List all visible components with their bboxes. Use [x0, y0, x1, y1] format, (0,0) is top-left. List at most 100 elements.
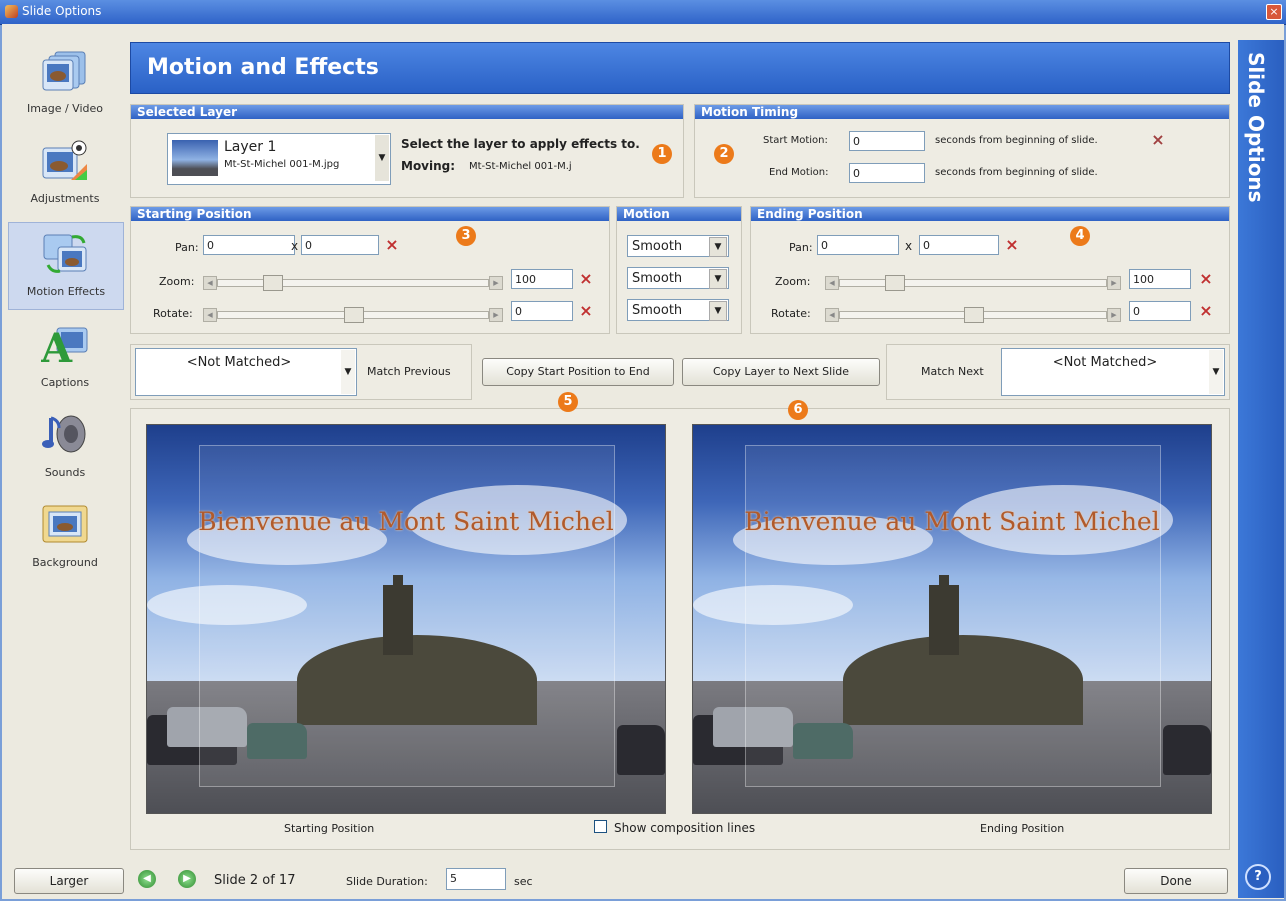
captions-icon: A: [41, 325, 88, 366]
starting-position-preview[interactable]: Bienvenue au Mont Saint Michel: [146, 424, 666, 814]
pan-motion-value: Smooth: [632, 239, 683, 254]
slide-duration-label: Slide Duration:: [346, 875, 428, 888]
group-title: Motion: [617, 207, 741, 221]
sidebar-item-background[interactable]: Background: [8, 494, 122, 580]
copy-layer-to-next-slide-button[interactable]: Copy Layer to Next Slide: [682, 358, 880, 386]
help-icon[interactable]: ?: [1245, 864, 1271, 890]
copy-start-to-end-button[interactable]: Copy Start Position to End: [482, 358, 674, 386]
pan-label: Pan:: [175, 241, 199, 254]
pan-motion-select[interactable]: Smooth ▼: [627, 235, 729, 257]
rotate-label: Rotate:: [771, 307, 811, 320]
start-motion-input[interactable]: 0: [849, 131, 925, 151]
larger-button[interactable]: Larger: [14, 868, 124, 894]
end-pan-y-input[interactable]: 0: [919, 235, 999, 255]
slide-options-sidebar: Slide Options: [1238, 40, 1284, 898]
composition-lines-checkbox[interactable]: [594, 820, 607, 833]
next-slide-icon[interactable]: ▶: [178, 870, 196, 888]
sidebar-item-label: Sounds: [44, 466, 86, 479]
composition-lines-label: Show composition lines: [614, 821, 756, 835]
ending-position-label: Ending Position: [980, 822, 1065, 835]
pan-label: Pan:: [789, 241, 813, 254]
chevron-down-icon[interactable]: ▼: [1209, 350, 1223, 394]
slide-duration-input[interactable]: 5: [446, 868, 506, 890]
layer-instruction: Select the layer to apply effects to.: [401, 137, 640, 151]
close-icon[interactable]: ×: [1266, 4, 1282, 20]
sidebar-item-image-video[interactable]: Image / Video: [8, 40, 122, 126]
end-zoom-slider[interactable]: ◀ ▶: [825, 275, 1121, 291]
layer-thumbnail: [172, 140, 218, 176]
slide-options-vertical-title: Slide Options: [1244, 52, 1268, 203]
previous-slide-icon[interactable]: ◀: [138, 870, 156, 888]
group-title: Selected Layer: [131, 105, 683, 119]
start-motion-label: Start Motion:: [763, 135, 828, 146]
sidebar-item-motion-effects[interactable]: Motion Effects: [8, 222, 124, 310]
clear-start-motion-icon[interactable]: ×: [1151, 132, 1165, 148]
end-pan-x-input[interactable]: 0: [817, 235, 899, 255]
motion-timing-group: Motion Timing Start Motion: 0 seconds fr…: [694, 104, 1230, 198]
sidebar-item-sounds[interactable]: Sounds: [8, 404, 122, 490]
match-previous-select[interactable]: <Not Matched> ▼: [135, 348, 357, 396]
end-motion-suffix: seconds from beginning of slide.: [935, 167, 1098, 178]
ending-position-preview[interactable]: Bienvenue au Mont Saint Michel: [692, 424, 1212, 814]
image-video-icon: [42, 51, 86, 91]
callout-badge: 3: [456, 226, 476, 246]
chevron-down-icon[interactable]: ▼: [341, 350, 355, 394]
zoom-label: Zoom:: [159, 275, 195, 288]
pan-separator: x: [291, 239, 299, 253]
match-previous-group: <Not Matched> ▼ Match Previous: [130, 344, 472, 400]
start-motion-suffix: seconds from beginning of slide.: [935, 135, 1098, 146]
clear-start-pan-icon[interactable]: ×: [385, 237, 399, 253]
clear-start-zoom-icon[interactable]: ×: [579, 271, 593, 287]
sidebar-item-label: Motion Effects: [26, 285, 106, 298]
match-next-select[interactable]: <Not Matched> ▼: [1001, 348, 1225, 396]
rotate-motion-value: Smooth: [632, 303, 683, 318]
callout-badge: 5: [558, 392, 578, 412]
callout-badge: 1: [652, 144, 672, 164]
clear-end-pan-icon[interactable]: ×: [1005, 237, 1019, 253]
moving-label: Moving:: [401, 159, 456, 173]
chevron-down-icon[interactable]: ▼: [709, 269, 727, 289]
layer-name: Layer 1: [224, 139, 277, 155]
sounds-icon: [42, 415, 86, 453]
match-next-label: Match Next: [921, 365, 984, 378]
page-header: Motion and Effects: [130, 42, 1230, 94]
clear-end-zoom-icon[interactable]: ×: [1199, 271, 1213, 287]
zoom-motion-value: Smooth: [632, 271, 683, 286]
starting-position-label: Starting Position: [284, 822, 375, 835]
end-motion-input[interactable]: 0: [849, 163, 925, 183]
clear-start-rotate-icon[interactable]: ×: [579, 303, 593, 319]
starting-position-group: Starting Position Pan: 0 x 0 × Zoom: ◀ ▶ …: [130, 206, 610, 334]
chevron-down-icon[interactable]: ▼: [709, 301, 727, 321]
start-zoom-slider[interactable]: ◀ ▶: [203, 275, 503, 291]
start-pan-y-input[interactable]: 0: [301, 235, 379, 255]
preview-caption-text: Bienvenue au Mont Saint Michel: [198, 507, 614, 536]
pan-separator: x: [905, 239, 913, 253]
rotate-motion-select[interactable]: Smooth ▼: [627, 299, 729, 321]
end-rotate-input[interactable]: 0: [1129, 301, 1191, 321]
sidebar-item-adjustments[interactable]: Adjustments: [8, 130, 122, 216]
chevron-down-icon[interactable]: ▼: [375, 135, 389, 181]
end-motion-label: End Motion:: [769, 167, 829, 178]
clear-end-rotate-icon[interactable]: ×: [1199, 303, 1213, 319]
match-previous-value: <Not Matched>: [186, 355, 292, 370]
match-previous-label: Match Previous: [367, 365, 451, 378]
group-title: Ending Position: [751, 207, 1229, 221]
motion-group: Motion Smooth ▼ Smooth ▼ Smooth ▼: [616, 206, 742, 334]
zoom-motion-select[interactable]: Smooth ▼: [627, 267, 729, 289]
sidebar: Image / Video Adjustments Motion Effects…: [8, 40, 124, 840]
done-button[interactable]: Done: [1124, 868, 1228, 894]
start-rotate-slider[interactable]: ◀ ▶: [203, 307, 503, 323]
moving-value: Mt-St-Michel 001-M.j: [469, 161, 572, 172]
svg-text:A: A: [41, 325, 73, 366]
app-icon: [5, 5, 18, 18]
start-rotate-input[interactable]: 0: [511, 301, 573, 321]
sidebar-item-captions[interactable]: A Captions: [8, 314, 122, 400]
end-rotate-slider[interactable]: ◀ ▶: [825, 307, 1121, 323]
window-title: Slide Options: [22, 4, 102, 18]
chevron-down-icon[interactable]: ▼: [709, 237, 727, 257]
start-zoom-input[interactable]: 100: [511, 269, 573, 289]
end-zoom-input[interactable]: 100: [1129, 269, 1191, 289]
layer-selector[interactable]: Layer 1 Mt-St-Michel 001-M.jpg ▼: [167, 133, 391, 185]
motion-effects-icon: [43, 234, 87, 273]
start-pan-x-input[interactable]: 0: [203, 235, 295, 255]
